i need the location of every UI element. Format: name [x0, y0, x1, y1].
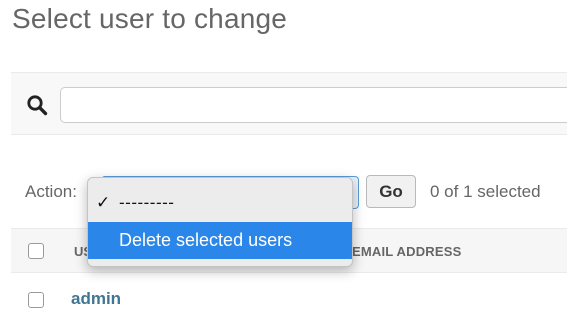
action-label: Action: [25, 182, 77, 201]
go-button[interactable]: Go [366, 175, 416, 208]
action-dropdown-menu: ✓ --------- Delete selected users [87, 177, 353, 267]
table-row: admin [11, 273, 567, 323]
search-input[interactable] [60, 87, 567, 123]
page-title: Select user to change [12, 3, 288, 34]
select-all-checkbox[interactable] [28, 243, 44, 259]
dropdown-option-delete-selected-users[interactable]: Delete selected users [88, 222, 352, 259]
checkmark-icon: ✓ [96, 193, 111, 212]
username-link[interactable]: admin [71, 289, 121, 309]
dropdown-option-blank[interactable]: ✓ --------- [88, 184, 352, 221]
row-checkbox[interactable] [28, 292, 44, 308]
search-icon [26, 94, 48, 116]
dropdown-option-label: --------- [119, 193, 175, 212]
column-header-email[interactable]: EMAIL ADDRESS [352, 244, 462, 259]
selected-count: 0 of 1 selected [430, 182, 541, 201]
dropdown-option-label: Delete selected users [119, 230, 293, 250]
search-toolbar [11, 72, 567, 135]
